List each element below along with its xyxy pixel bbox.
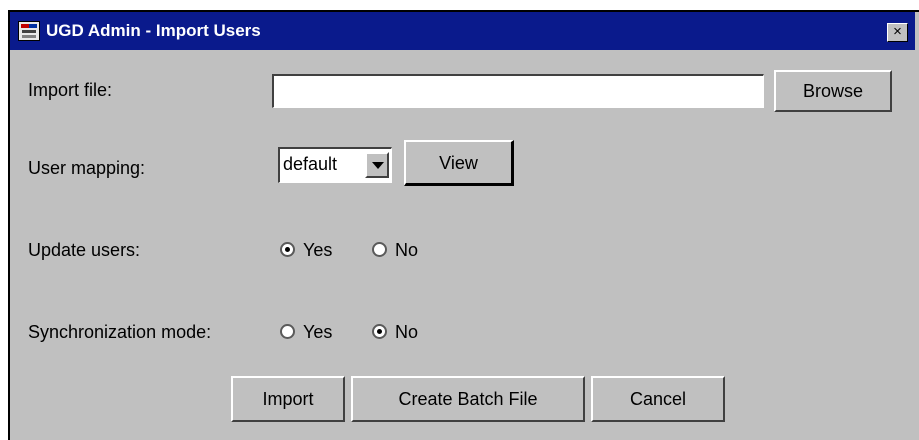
update-users-no-radio[interactable] [372,242,387,257]
update-users-yes-label[interactable]: Yes [303,239,332,261]
close-icon: × [893,23,902,40]
create-batch-file-button[interactable]: Create Batch File [351,376,585,422]
import-button[interactable]: Import [231,376,345,422]
user-mapping-label: User mapping: [28,158,146,178]
import-file-label: Import file: [28,80,113,100]
sync-mode-label: Synchronization mode: [28,322,212,342]
update-users-yes-radio[interactable] [280,242,295,257]
update-users-label: Update users: [28,240,141,260]
sync-mode-yes-radio[interactable] [280,324,295,339]
update-users-no-label[interactable]: No [395,239,418,261]
sync-mode-no-label[interactable]: No [395,321,418,343]
close-button[interactable]: × [887,23,908,42]
import-users-dialog: UGD Admin - Import Users × Import file: … [8,10,919,440]
sync-mode-no-radio[interactable] [372,324,387,339]
chevron-down-icon[interactable] [365,152,389,178]
view-button[interactable]: View [404,140,514,186]
cancel-button[interactable]: Cancel [591,376,725,422]
title-bar[interactable]: UGD Admin - Import Users × [10,12,915,50]
app-icon[interactable] [18,21,40,41]
import-file-input[interactable] [272,74,764,108]
window-title: UGD Admin - Import Users [46,21,261,40]
user-mapping-value: default [283,154,338,174]
sync-mode-yes-label[interactable]: Yes [303,321,332,343]
user-mapping-select[interactable]: default [278,147,392,183]
browse-button[interactable]: Browse [774,70,892,112]
